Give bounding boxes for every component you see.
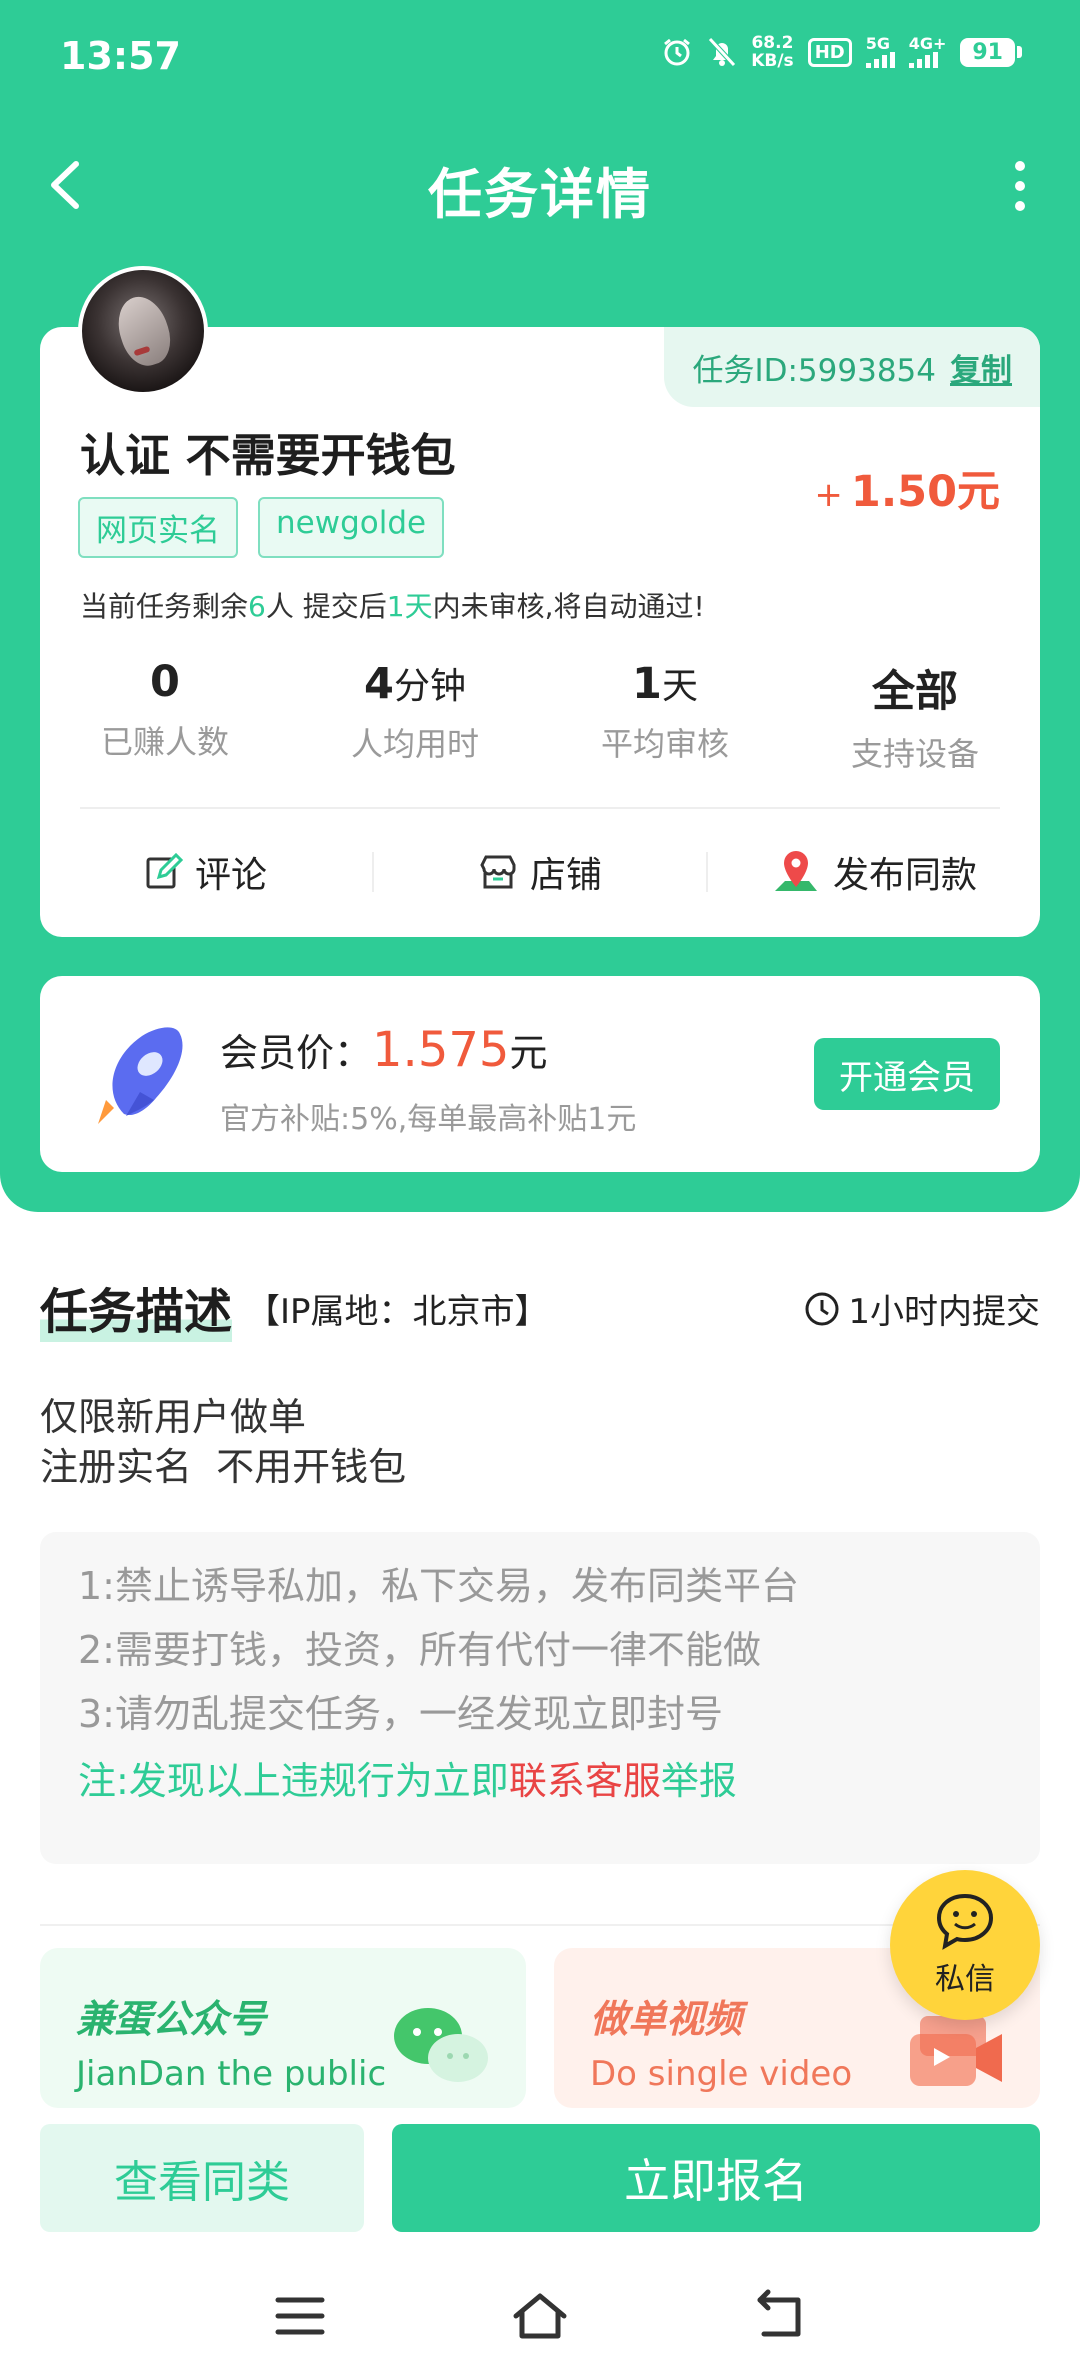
- more-icon[interactable]: [1000, 156, 1040, 216]
- tag: 网页实名: [78, 497, 238, 558]
- vip-card: 会员价：1.575元 官方补贴:5%,每单最高补贴1元 开通会员: [40, 976, 1040, 1172]
- contact-support-link[interactable]: 联系客服: [509, 1759, 661, 1803]
- bottom-bar: 查看同类 立即报名: [0, 2108, 1080, 2258]
- task-tags: 网页实名 newgolde: [78, 497, 445, 558]
- rule-item: 2:需要打钱，投资，所有代付一律不能做: [78, 1628, 761, 1672]
- task-id-box: 任务ID:5993854 复制: [664, 327, 1040, 407]
- avatar[interactable]: [78, 266, 208, 396]
- hd-icon: HD: [807, 37, 852, 67]
- rules-box: 1:禁止诱导私加，私下交易，发布同类平台 2:需要打钱，投资，所有代付一律不能做…: [40, 1532, 1040, 1864]
- tag: newgolde: [258, 497, 445, 558]
- publish-same-button[interactable]: 发布同款: [708, 846, 1040, 898]
- divider: [80, 807, 1000, 809]
- status-icons: 68.2 KB/s HD 5G 4G+ 91: [661, 34, 1022, 70]
- mute-bell-icon: [707, 36, 737, 68]
- divider: [40, 1924, 1040, 1926]
- clock-icon: [805, 1292, 839, 1325]
- open-vip-button[interactable]: 开通会员: [814, 1038, 1000, 1110]
- private-message-button[interactable]: 私信: [890, 1870, 1040, 2020]
- description-text: 仅限新用户做单 注册实名 不用开钱包: [40, 1395, 407, 1489]
- task-stats: 0 已赚人数 4分钟 人均用时 1天 平均审核 全部 支持设备: [40, 657, 1040, 775]
- rules-note: 注:发现以上违规行为立即联系客服举报: [78, 1759, 737, 1803]
- home-icon[interactable]: [510, 2286, 570, 2346]
- stat-avg-time: 4分钟 人均用时: [350, 659, 479, 763]
- signal-4g-icon: 4G+: [908, 36, 946, 68]
- back-nav-icon[interactable]: [750, 2286, 810, 2346]
- rocket-icon: [98, 1027, 183, 1124]
- wechat-icon: [394, 2008, 488, 2082]
- chat-bubble-icon: [936, 1893, 994, 1950]
- task-id: 任务ID:5993854: [692, 352, 936, 389]
- signal-5g-icon: 5G: [865, 36, 895, 68]
- stat-devices: 全部 支持设备: [850, 667, 979, 773]
- ip-location: 【IP属地：北京市】: [246, 1292, 549, 1332]
- alarm-icon: [661, 36, 693, 68]
- top-bar: 任务详情: [0, 140, 1080, 230]
- vip-subsidy: 官方补贴:5%,每单最高补贴1元: [220, 1102, 637, 1137]
- stat-review: 1天 平均审核: [600, 659, 729, 763]
- view-similar-button[interactable]: 查看同类: [40, 2124, 364, 2232]
- task-actions: 评论 店铺 发布同款: [40, 827, 1040, 917]
- rule-item: 3:请勿乱提交任务，一经发现立即封号: [78, 1692, 723, 1736]
- page-title: 任务详情: [428, 163, 652, 226]
- task-card: 任务ID:5993854 复制 认证 不需要开钱包 +1.50元 网页实名 ne…: [40, 327, 1040, 937]
- store-icon: [480, 855, 516, 889]
- stat-earned: 0 已赚人数: [100, 657, 229, 761]
- remaining-info: 当前任务剩余6人 提交后1天内未审核,将自动通过!: [80, 590, 705, 623]
- section-title: 任务描述: [40, 1272, 233, 1342]
- copy-id-button[interactable]: 复制: [950, 345, 1012, 390]
- deadline: 1小时内提交: [804, 1284, 1040, 1333]
- edit-icon: [146, 853, 183, 889]
- menu-icon[interactable]: [270, 2286, 330, 2346]
- battery-icon: 91: [960, 37, 1022, 67]
- network-speed: 68.2 KB/s: [751, 33, 794, 71]
- task-reward: +1.50元: [814, 467, 1000, 517]
- shop-button[interactable]: 店铺: [374, 846, 706, 898]
- status-time: 13:57: [60, 34, 181, 78]
- location-pin-icon: [774, 851, 817, 891]
- status-bar: 13:57 68.2 KB/s HD 5G 4G+ 91: [0, 0, 1080, 115]
- rule-item: 1:禁止诱导私加，私下交易，发布同类平台: [78, 1564, 799, 1608]
- vip-price: 会员价：1.575元: [220, 1022, 548, 1078]
- description-header: 任务描述 【IP属地：北京市】 1小时内提交: [40, 1272, 1040, 1342]
- comment-button[interactable]: 评论: [40, 846, 372, 898]
- task-name: 认证 不需要开钱包: [80, 429, 456, 482]
- system-nav-bar: [0, 2258, 1080, 2376]
- promo-official-account[interactable]: 兼蛋公众号 JianDan the public: [40, 1948, 526, 2108]
- apply-now-button[interactable]: 立即报名: [392, 2124, 1040, 2232]
